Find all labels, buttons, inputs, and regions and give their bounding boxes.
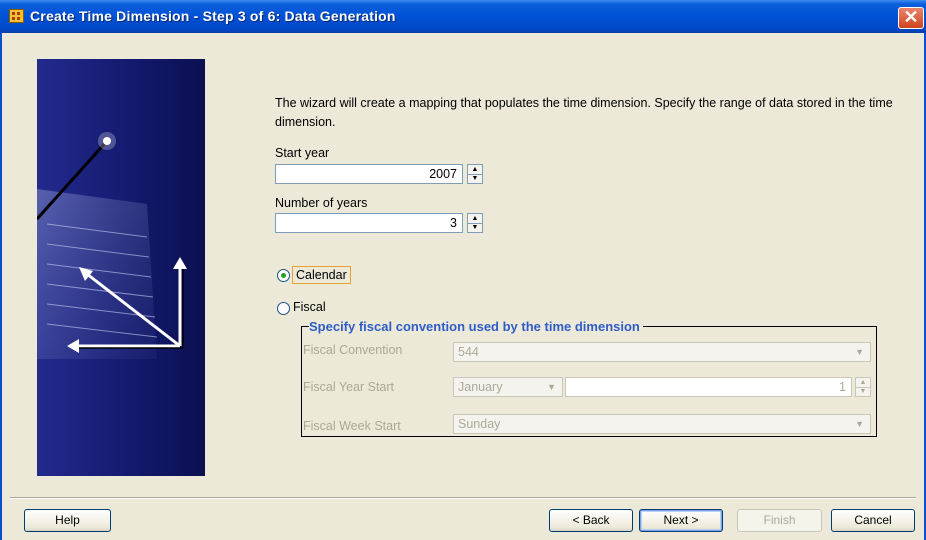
cancel-button[interactable]: Cancel bbox=[831, 509, 915, 532]
title-bar[interactable]: Create Time Dimension - Step 3 of 6: Dat… bbox=[0, 0, 926, 33]
fiscal-convention-value: 544 bbox=[458, 345, 479, 359]
number-of-years-label: Number of years bbox=[275, 196, 368, 210]
fiscal-week-start-value: Sunday bbox=[458, 417, 501, 431]
spinner-down-icon[interactable]: ▼ bbox=[856, 387, 870, 396]
finish-button[interactable]: Finish bbox=[737, 509, 822, 532]
spinner-down-icon[interactable]: ▼ bbox=[468, 174, 482, 183]
spinner-down-icon[interactable]: ▼ bbox=[468, 223, 482, 232]
banner-graphic bbox=[37, 132, 187, 359]
start-year-label: Start year bbox=[275, 146, 330, 160]
fiscal-convention-label: Fiscal Convention bbox=[303, 343, 403, 357]
dropdown-arrow-icon: ▼ bbox=[547, 382, 556, 392]
fiscal-week-start-label: Fiscal Week Start bbox=[303, 419, 401, 433]
fiscal-year-start-label: Fiscal Year Start bbox=[303, 380, 395, 394]
start-year-input[interactable]: 2007 bbox=[275, 164, 463, 184]
window-border-left bbox=[0, 33, 2, 540]
number-of-years-input[interactable]: 3 bbox=[275, 213, 463, 233]
fiscal-radio-label[interactable]: Fiscal bbox=[293, 300, 326, 314]
help-button[interactable]: Help bbox=[24, 509, 111, 532]
number-of-years-spinner[interactable]: ▲ ▼ bbox=[467, 213, 483, 233]
fiscal-year-start-day-input[interactable]: 1 bbox=[565, 377, 852, 397]
calendar-radio-label[interactable]: Calendar bbox=[292, 266, 351, 284]
wizard-intro-text: The wizard will create a mapping that po… bbox=[275, 96, 893, 129]
start-year-spinner[interactable]: ▲ ▼ bbox=[467, 164, 483, 184]
fiscal-group-title: Specify fiscal convention used by the ti… bbox=[309, 319, 643, 334]
close-button[interactable]: ✕ bbox=[898, 7, 924, 29]
dropdown-arrow-icon: ▼ bbox=[855, 347, 864, 357]
fiscal-radio[interactable] bbox=[277, 302, 290, 315]
fiscal-convention-select[interactable]: 544 ▼ bbox=[453, 342, 871, 362]
fiscal-year-start-month-select[interactable]: January ▼ bbox=[453, 377, 563, 397]
fiscal-year-start-day-spinner[interactable]: ▲ ▼ bbox=[855, 377, 871, 397]
fiscal-week-start-select[interactable]: Sunday ▼ bbox=[453, 414, 871, 434]
calendar-radio[interactable] bbox=[277, 269, 290, 282]
time-dimension-icon bbox=[9, 9, 24, 23]
back-button[interactable]: < Back bbox=[549, 509, 633, 532]
wizard-banner-image bbox=[37, 59, 205, 476]
fiscal-year-start-month-value: January bbox=[458, 380, 503, 394]
dropdown-arrow-icon: ▼ bbox=[855, 419, 864, 429]
window-title: Create Time Dimension - Step 3 of 6: Dat… bbox=[30, 8, 396, 24]
next-button[interactable]: Next > bbox=[639, 509, 723, 532]
footer-separator bbox=[10, 497, 916, 499]
